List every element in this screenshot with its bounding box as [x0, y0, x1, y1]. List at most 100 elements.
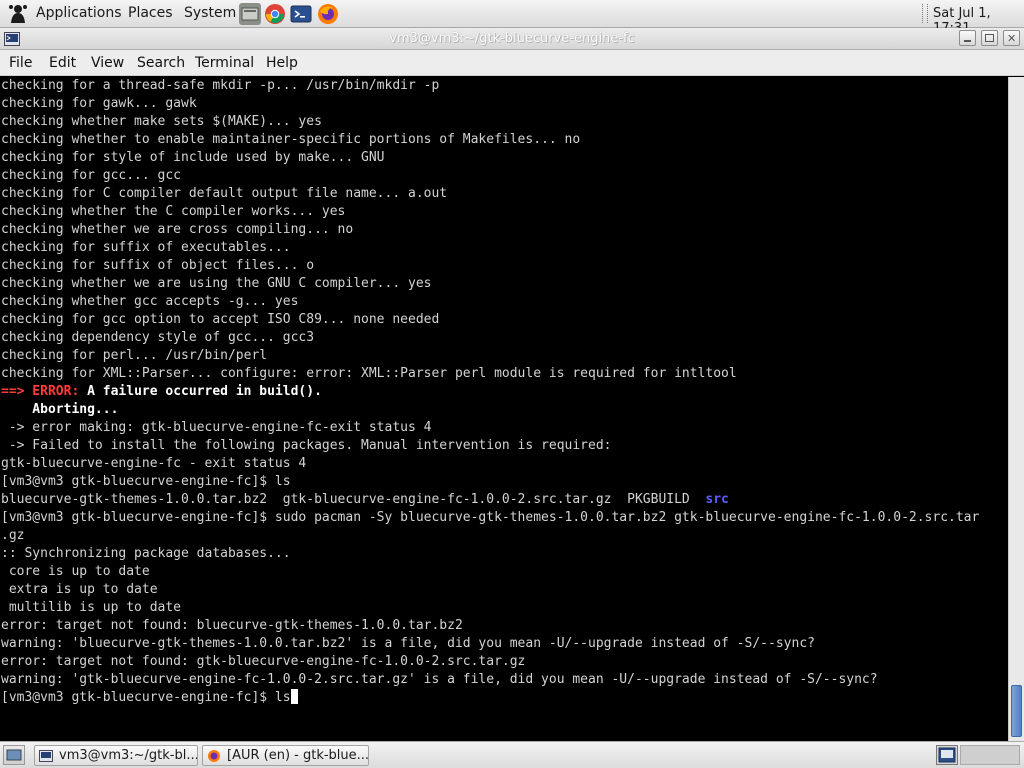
terminal-line: Aborting...	[1, 401, 979, 419]
terminal-line: checking for C compiler default output f…	[1, 185, 979, 203]
taskbar-browser-task[interactable]: [AUR (en) - gtk-blue...	[202, 745, 369, 766]
minimize-button[interactable]	[959, 30, 976, 46]
terminal-text-segment: checking for gcc... gcc	[1, 168, 182, 183]
terminal-line: .gz	[1, 527, 979, 545]
show-desktop-icon[interactable]	[3, 745, 25, 765]
terminal-text-segment: checking whether to enable maintainer-sp…	[1, 132, 581, 147]
terminal-line: [vm3@vm3 gtk-bluecurve-engine-fc]$ sudo …	[1, 509, 979, 527]
terminal-text-segment: -> Failed to install the following packa…	[1, 438, 612, 453]
terminal-text-segment: checking for gawk... gawk	[1, 96, 197, 111]
terminal-text-segment: gtk-bluecurve-engine-fc - exit status 4	[1, 456, 307, 471]
taskbar-terminal-task[interactable]: vm3@vm3:~/gtk-bl...	[34, 745, 198, 766]
menu-view[interactable]: View	[91, 55, 124, 71]
terminal-output: checking for a thread-safe mkdir -p... /…	[1, 77, 979, 707]
terminal-text-segment: Aborting...	[1, 402, 119, 417]
window-title: vm3@vm3:~/gtk-bluecurve-engine-fc	[389, 31, 635, 46]
terminal-line: extra is up to date	[1, 581, 979, 599]
terminal-text-segment: multilib is up to date	[1, 600, 182, 615]
terminal-text-segment: .gz	[1, 528, 25, 543]
taskbar-browser-label: [AUR (en) - gtk-blue...	[227, 748, 369, 763]
terminal-text-segment: checking for a thread-safe mkdir -p... /…	[1, 78, 440, 93]
terminal-text-segment: A failure occurred in build().	[79, 384, 322, 399]
terminal-text-segment: warning: 'bluecurve-gtk-themes-1.0.0.tar…	[1, 636, 815, 651]
menu-terminal[interactable]: Terminal	[195, 55, 254, 71]
terminal-line: checking for suffix of object files... o	[1, 257, 979, 275]
close-icon: ✕	[1007, 32, 1017, 45]
terminal-line: checking for XML::Parser... configure: e…	[1, 365, 979, 383]
scrollbar-thumb[interactable]	[1011, 685, 1022, 737]
terminal-line: [vm3@vm3 gtk-bluecurve-engine-fc]$ ls	[1, 473, 979, 491]
firefox-task-icon	[207, 749, 221, 762]
workspace-switcher-secondary[interactable]	[960, 745, 1020, 765]
terminal-line: error: target not found: gtk-bluecurve-e…	[1, 653, 979, 671]
terminal-menubar: File Edit View Search Terminal Help	[0, 50, 1024, 76]
terminal-line: -> Failed to install the following packa…	[1, 437, 979, 455]
terminal-text-segment: [vm3@vm3 gtk-bluecurve-engine-fc]$ ls	[1, 690, 291, 705]
terminal-text-segment: -> error making: gtk-bluecurve-engine-fc…	[1, 420, 432, 435]
terminal-line: bluecurve-gtk-themes-1.0.0.tar.bz2 gtk-b…	[1, 491, 979, 509]
workspace-switcher-icon[interactable]	[936, 745, 958, 765]
terminal-line: checking for a thread-safe mkdir -p... /…	[1, 77, 979, 95]
menu-file[interactable]: File	[9, 55, 32, 71]
close-button[interactable]: ✕	[1003, 30, 1020, 46]
chrome-launcher-icon[interactable]	[264, 3, 286, 25]
file-manager-launcher-icon[interactable]	[239, 3, 261, 25]
terminal-text-segment: error: target not found: bluecurve-gtk-t…	[1, 618, 463, 633]
terminal-line: checking for gawk... gawk	[1, 95, 979, 113]
terminal-line: multilib is up to date	[1, 599, 979, 617]
terminal-text-segment: checking whether we are using the GNU C …	[1, 276, 432, 291]
distro-logo-icon[interactable]	[7, 3, 29, 25]
panel-separator-icon	[922, 4, 928, 23]
menu-applications[interactable]: Applications	[36, 5, 122, 21]
terminal-line: gtk-bluecurve-engine-fc - exit status 4	[1, 455, 979, 473]
menu-places[interactable]: Places	[128, 5, 173, 21]
maximize-icon	[985, 34, 994, 42]
terminal-launcher-icon[interactable]	[290, 3, 312, 25]
terminal-text-segment: core is up to date	[1, 564, 150, 579]
terminal-text-segment: [vm3@vm3 gtk-bluecurve-engine-fc]$ sudo …	[1, 510, 980, 525]
terminal-line: checking dependency style of gcc... gcc3	[1, 329, 979, 347]
terminal-text-segment: error: target not found: gtk-bluecurve-e…	[1, 654, 526, 669]
terminal-line: core is up to date	[1, 563, 979, 581]
terminal-text-segment: src	[705, 492, 729, 507]
vertical-scrollbar[interactable]	[1008, 77, 1024, 741]
terminal-text-segment: warning: 'gtk-bluecurve-engine-fc-1.0.0-…	[1, 672, 878, 687]
terminal-text-segment: checking for C compiler default output f…	[1, 186, 448, 201]
terminal-text-segment: checking whether the C compiler works...…	[1, 204, 346, 219]
terminal-line: -> error making: gtk-bluecurve-engine-fc…	[1, 419, 979, 437]
terminal-line: checking for style of include used by ma…	[1, 149, 979, 167]
terminal-text-segment: bluecurve-gtk-themes-1.0.0.tar.bz2 gtk-b…	[1, 492, 706, 507]
terminal-line: warning: 'bluecurve-gtk-themes-1.0.0.tar…	[1, 635, 979, 653]
terminal-text-segment: [vm3@vm3 gtk-bluecurve-engine-fc]$ ls	[1, 474, 291, 489]
terminal-line: checking for gcc... gcc	[1, 167, 979, 185]
terminal-line: :: Synchronizing package databases...	[1, 545, 979, 563]
terminal-area[interactable]: checking for a thread-safe mkdir -p... /…	[0, 77, 1008, 741]
terminal-text-segment: checking for suffix of executables...	[1, 240, 291, 255]
menu-edit[interactable]: Edit	[49, 55, 76, 71]
minimize-icon	[964, 40, 971, 42]
terminal-text-segment: checking for gcc option to accept ISO C8…	[1, 312, 440, 327]
terminal-line: checking whether gcc accepts -g... yes	[1, 293, 979, 311]
terminal-line: [vm3@vm3 gtk-bluecurve-engine-fc]$ ls	[1, 689, 979, 707]
terminal-text-segment: checking for suffix of object files... o	[1, 258, 315, 273]
menu-help[interactable]: Help	[266, 55, 298, 71]
terminal-text-segment: :: Synchronizing package databases...	[1, 546, 291, 561]
menu-search[interactable]: Search	[137, 55, 185, 71]
terminal-text-segment: checking whether make sets $(MAKE)... ye…	[1, 114, 322, 129]
terminal-line: warning: 'gtk-bluecurve-engine-fc-1.0.0-…	[1, 671, 979, 689]
terminal-task-icon	[39, 749, 53, 762]
terminal-text-segment: checking whether we are cross compiling.…	[1, 222, 354, 237]
top-panel: Applications Places System Sat Jul 1, 17…	[0, 0, 1024, 36]
window-titlebar[interactable]: vm3@vm3:~/gtk-bluecurve-engine-fc ✕	[0, 28, 1024, 50]
terminal-text-segment: checking for XML::Parser... configure: e…	[1, 366, 737, 381]
menu-system[interactable]: System	[184, 5, 236, 21]
terminal-line: checking whether we are cross compiling.…	[1, 221, 979, 239]
terminal-line: checking whether we are using the GNU C …	[1, 275, 979, 293]
terminal-line: error: target not found: bluecurve-gtk-t…	[1, 617, 979, 635]
terminal-text-segment: extra is up to date	[1, 582, 158, 597]
terminal-text-segment: checking dependency style of gcc... gcc3	[1, 330, 315, 345]
terminal-text-segment: checking whether gcc accepts -g... yes	[1, 294, 299, 309]
maximize-button[interactable]	[981, 30, 998, 46]
terminal-line: ==> ERROR: A failure occurred in build()…	[1, 383, 979, 401]
firefox-launcher-icon[interactable]	[317, 3, 339, 25]
